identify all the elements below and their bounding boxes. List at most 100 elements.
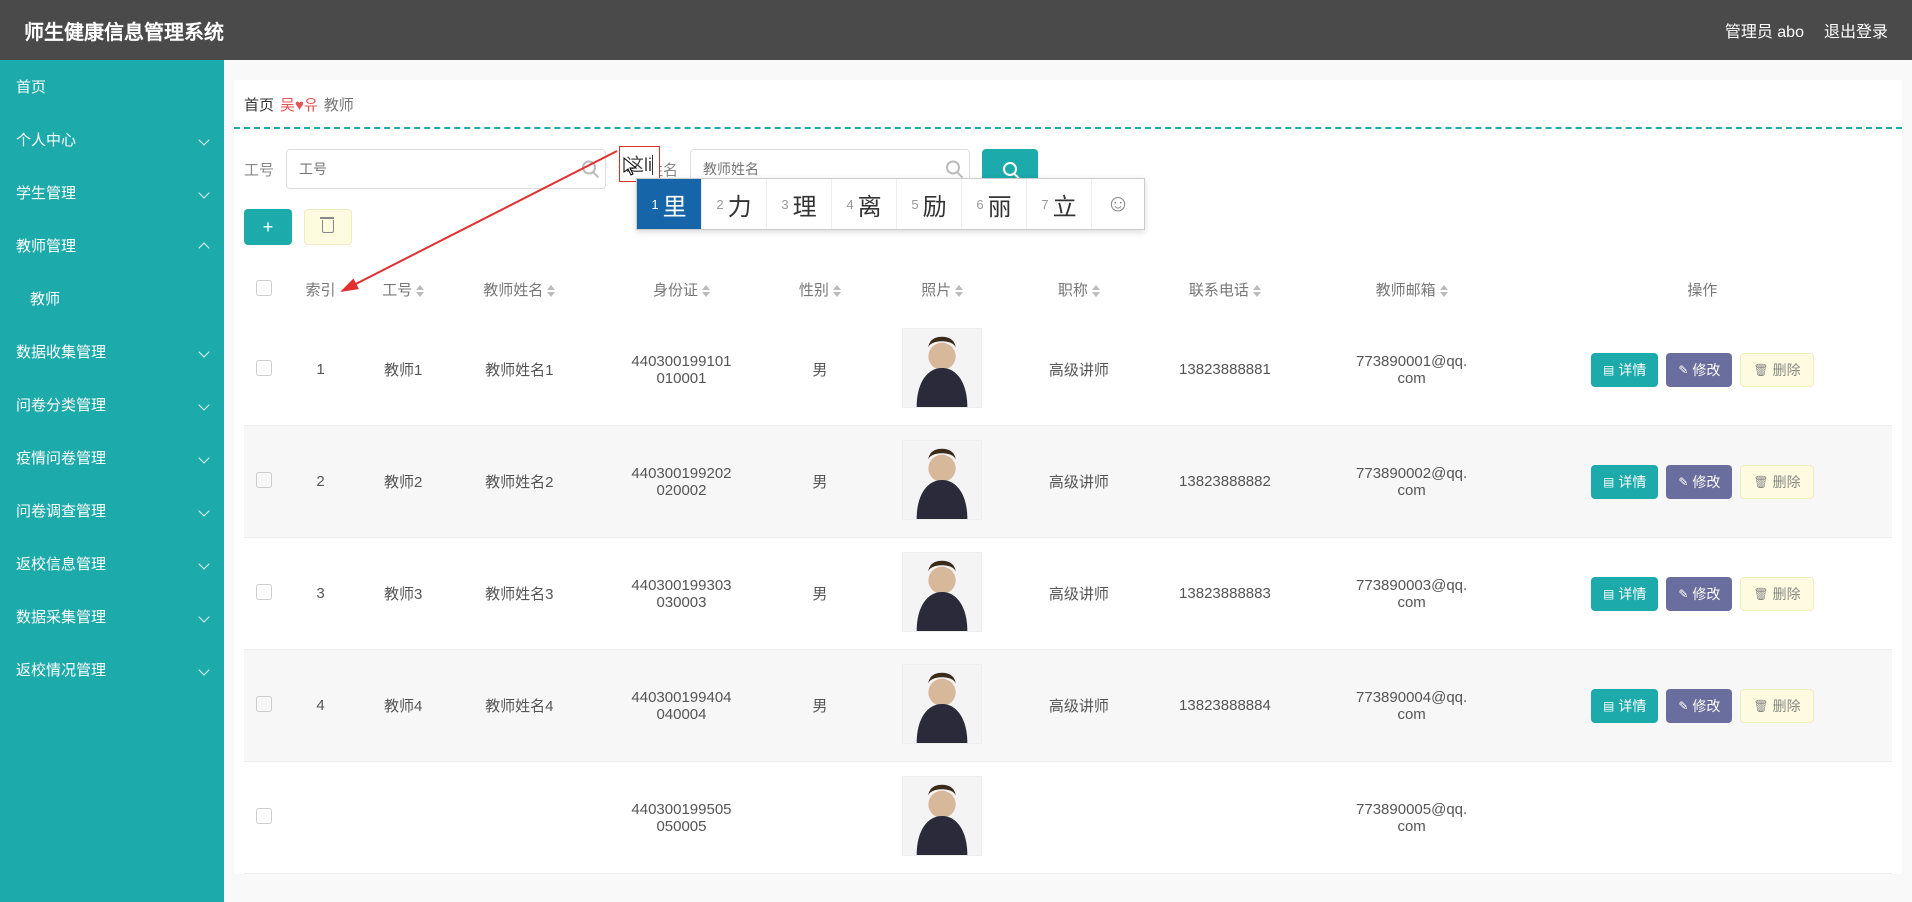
cell-photo [866,762,1019,874]
row-checkbox[interactable] [256,696,272,712]
detail-button[interactable]: ▤ 详情 [1591,577,1658,611]
sort-icon [547,285,555,297]
sidebar-item-survey[interactable]: 问卷调查管理 [0,484,224,537]
sidebar-item-personal[interactable]: 个人中心 [0,113,224,166]
sidebar-item-epidemic[interactable]: 疫情问卷管理 [0,431,224,484]
cell-index: 4 [284,650,357,762]
chevron-down-icon [198,505,209,516]
select-all-checkbox[interactable] [256,280,272,296]
cell-index: 2 [284,426,357,538]
cell-ops: ▤ 详情✎ 修改🗑 删除 [1513,650,1892,762]
cell-idcard: 440300199505050005 [589,762,774,874]
row-checkbox[interactable] [256,584,272,600]
sort-icon [416,285,424,297]
sidebar: 首页 个人中心 学生管理 教师管理 教师 数据收集管理 问卷分类管理 疫情问卷管… [0,60,224,902]
cell-gender: 男 [774,314,866,426]
cell-email: 773890005@qq.com [1311,762,1513,874]
cell-phone: 13823888882 [1139,426,1310,538]
cell-idcard: 440300199303030003 [589,538,774,650]
edit-button[interactable]: ✎ 修改 [1666,465,1732,499]
cell-ops: ▤ 详情✎ 修改🗑 删除 [1513,426,1892,538]
sidebar-item-home[interactable]: 首页 [0,60,224,113]
breadcrumb-home[interactable]: 首页 [244,94,274,115]
cell-name: 教师姓名2 [449,426,589,538]
cell-gonghao [357,762,449,874]
add-button[interactable]: + [244,209,292,245]
bulk-delete-button[interactable] [304,209,352,245]
col-gender[interactable]: 性别 [774,265,866,314]
ime-candidate-5[interactable]: 5励 [897,179,962,229]
table-row: 3教师3教师姓名3440300199303030003男高级讲师13823888… [244,538,1892,650]
app-header: 师生健康信息管理系统 管理员 abo 退出登录 [0,0,1912,60]
edit-icon: ✎ [1678,363,1688,377]
sidebar-item-survey-cat[interactable]: 问卷分类管理 [0,378,224,431]
col-email[interactable]: 教师邮箱 [1311,265,1513,314]
cell-title: 高级讲师 [1019,314,1140,426]
sidebar-subitem-teacher[interactable]: 教师 [0,272,224,325]
ime-emoji-button[interactable]: ☺ [1092,179,1144,229]
ime-candidate-6[interactable]: 6丽 [962,179,1027,229]
cell-index: 3 [284,538,357,650]
detail-button[interactable]: ▤ 详情 [1591,689,1658,723]
col-photo[interactable]: 照片 [866,265,1019,314]
detail-button[interactable]: ▤ 详情 [1591,465,1658,499]
cell-ops [1513,762,1892,874]
sidebar-item-data-collect[interactable]: 数据收集管理 [0,325,224,378]
delete-button[interactable]: 🗑 删除 [1740,465,1813,499]
col-idcard[interactable]: 身份证 [589,265,774,314]
table-row: 4教师4教师姓名4440300199404040004男高级讲师13823888… [244,650,1892,762]
ime-candidate-3[interactable]: 3理 [767,179,832,229]
cell-idcard: 440300199101010001 [589,314,774,426]
search-icon [582,161,596,178]
main-content: 首页 吴♥유 教师 工号 教师姓名 + [224,60,1912,902]
logout-link[interactable]: 退出登录 [1824,18,1888,42]
list-icon: ▤ [1603,363,1614,377]
ime-candidate-4[interactable]: 4离 [832,179,897,229]
sidebar-item-student[interactable]: 学生管理 [0,166,224,219]
delete-button[interactable]: 🗑 删除 [1740,689,1813,723]
cell-name [449,762,589,874]
ime-candidate-7[interactable]: 7立 [1027,179,1092,229]
col-title[interactable]: 职称 [1019,265,1140,314]
col-ops: 操作 [1513,265,1892,314]
sidebar-item-return-status[interactable]: 返校情况管理 [0,643,224,696]
cell-gonghao: 教师4 [357,650,449,762]
sidebar-item-return-info[interactable]: 返校信息管理 [0,537,224,590]
delete-button[interactable]: 🗑 删除 [1740,577,1813,611]
avatar [902,664,982,744]
avatar [902,776,982,856]
breadcrumb: 首页 吴♥유 教师 [234,80,1902,129]
edit-button[interactable]: ✎ 修改 [1666,577,1732,611]
col-phone[interactable]: 联系电话 [1139,265,1310,314]
detail-button[interactable]: ▤ 详情 [1591,353,1658,387]
sidebar-item-data-acq[interactable]: 数据采集管理 [0,590,224,643]
ime-candidate-2[interactable]: 2力 [702,179,767,229]
edit-button[interactable]: ✎ 修改 [1666,353,1732,387]
search-input-gonghao[interactable] [286,149,606,189]
cell-ops: ▤ 详情✎ 修改🗑 删除 [1513,314,1892,426]
cell-phone: 13823888881 [1139,314,1310,426]
row-checkbox[interactable] [256,808,272,824]
row-checkbox[interactable] [256,360,272,376]
col-gonghao[interactable]: 工号 [357,265,449,314]
sort-icon [833,285,841,297]
trash-icon: 🗑 [1753,699,1768,713]
edit-icon: ✎ [1678,587,1688,601]
sort-icon [702,285,710,297]
chevron-down-icon [198,346,209,357]
edit-button[interactable]: ✎ 修改 [1666,689,1732,723]
row-checkbox[interactable] [256,472,272,488]
ime-candidate-bar[interactable]: 1里 2力 3理 4离 5励 6丽 7立 ☺ [636,178,1145,230]
col-name[interactable]: 教师姓名 [449,265,589,314]
cell-title [1019,762,1140,874]
teacher-table: 索引 工号 教师姓名 身份证 性别 照片 职称 联系电话 教师邮箱 操作 1教师… [244,265,1892,874]
delete-button[interactable]: 🗑 删除 [1740,353,1813,387]
cell-email: 773890004@qq.com [1311,650,1513,762]
search-label-gonghao: 工号 [244,159,274,180]
chevron-down-icon [198,611,209,622]
col-index[interactable]: 索引 [284,265,357,314]
ime-candidate-1[interactable]: 1里 [637,179,702,229]
cursor-icon [622,156,640,178]
sidebar-item-teacher[interactable]: 教师管理 [0,219,224,272]
admin-name[interactable]: 管理员 abo [1725,18,1804,42]
